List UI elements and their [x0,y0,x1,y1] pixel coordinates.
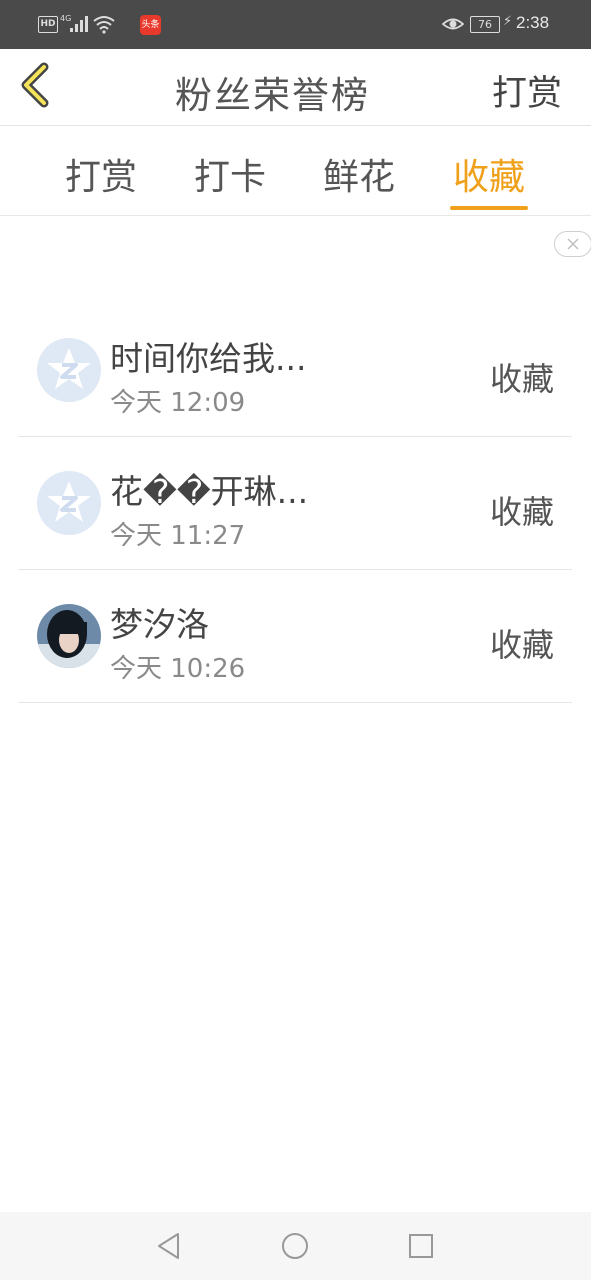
fan-name: 花��开琳... [110,472,309,511]
system-nav-bar [0,1212,591,1280]
nav-back-icon[interactable] [156,1232,182,1260]
fan-time: 今天 12:09 [110,388,246,418]
tab-favorites[interactable]: 收藏 [446,148,532,200]
fan-list: 时间你给我... 今天 12:09 收藏 花��开琳... 今天 11:27 收… [18,304,572,703]
active-tab-indicator [450,206,528,210]
status-bar: HD 4G 头条 76 ⚡ 2:38 [0,0,591,49]
tab-bar: 打赏 打卡 鲜花 收藏 [0,126,591,216]
user-photo-avatar [37,604,101,668]
reward-button[interactable]: 打赏 [492,65,562,116]
close-icon [567,238,579,250]
nav-recents-icon[interactable] [408,1232,434,1260]
battery-level: 76 [470,16,500,33]
tab-reward[interactable]: 打赏 [58,148,144,200]
fan-name: 梦汐洛 [110,605,209,644]
list-item[interactable]: 花��开琳... 今天 11:27 收藏 [18,437,572,570]
fan-action: 收藏 [489,626,554,664]
nav-home-icon[interactable] [281,1232,309,1260]
charging-icon: ⚡ [503,14,513,29]
page-title: 粉丝荣誉榜 [175,74,370,117]
hd-indicator: HD [38,16,58,33]
fan-time: 今天 11:27 [110,521,246,551]
tab-checkin[interactable]: 打卡 [187,148,273,200]
tab-flowers[interactable]: 鲜花 [316,148,402,200]
fan-name: 时间你给我... [110,339,307,378]
list-item[interactable]: 时间你给我... 今天 12:09 收藏 [18,304,572,437]
default-avatar-icon [37,338,101,402]
wifi-icon [93,16,115,34]
header: 粉丝荣誉榜 打赏 [0,49,591,126]
fan-time: 今天 10:26 [110,654,246,684]
fan-action: 收藏 [489,360,554,398]
app-notification-icon: 头条 [140,15,161,35]
fan-action: 收藏 [489,493,554,531]
list-item[interactable]: 梦汐洛 今天 10:26 收藏 [18,570,572,703]
signal-icon [70,16,90,32]
close-ad-button[interactable] [554,231,591,257]
clock: 2:38 [516,13,550,32]
eye-comfort-icon [442,18,464,30]
default-avatar-icon [37,471,101,535]
